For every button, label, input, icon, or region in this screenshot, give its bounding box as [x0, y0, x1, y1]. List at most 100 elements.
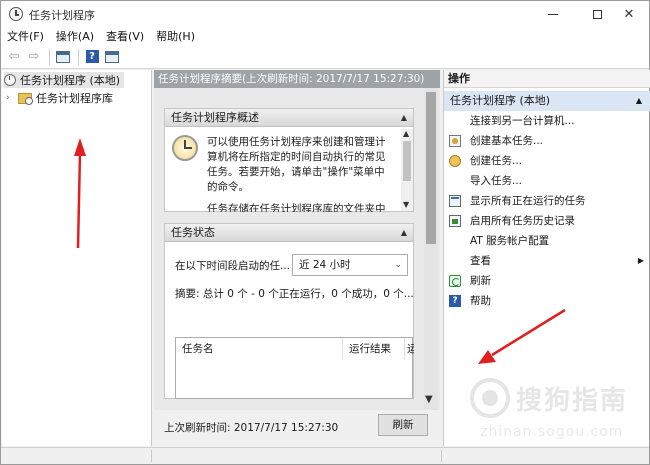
forward-button[interactable]: ⇨: [25, 48, 43, 66]
menu-help[interactable]: 帮助(H): [156, 28, 195, 44]
show-hide-action-pane-button[interactable]: [103, 48, 121, 66]
back-arrow-icon: ⇦: [8, 49, 20, 64]
submenu-arrow-icon: ▶: [637, 256, 644, 265]
collapse-icon[interactable]: ▲: [401, 224, 407, 242]
actions-group-header[interactable]: 任务计划程序 (本地) ▲: [444, 91, 650, 111]
summary-scroll-area: 任务计划程序概述 ▲ 可以使用任务计划程序来创建和管理计算机将在所指定的时间自动…: [154, 88, 440, 410]
tree-item-label: 任务计划程序 (本地): [20, 74, 121, 87]
create-basic-task-icon: [449, 135, 461, 147]
folder-icon: [18, 92, 33, 105]
action-label: 创建基本任务...: [470, 135, 544, 147]
task-status-title: 任务状态: [171, 226, 215, 239]
refresh-icon: [449, 275, 461, 287]
watermark-text: 搜狗指南: [516, 386, 629, 416]
refresh-button[interactable]: 刷新: [378, 414, 428, 436]
tree-item-root[interactable]: 任务计划程序 (本地): [4, 72, 125, 88]
forward-arrow-icon: ⇨: [28, 49, 40, 64]
action-label: AT 服务帐户配置: [470, 235, 550, 247]
clock-icon: [4, 74, 16, 86]
action-view[interactable]: 查看 ▶: [444, 251, 650, 271]
action-enable-history[interactable]: 启用所有任务历史记录: [444, 211, 650, 231]
show-hide-console-tree-button[interactable]: [54, 48, 72, 66]
time-range-select[interactable]: 近 24 小时 ⌄: [292, 254, 408, 276]
action-label: 刷新: [470, 275, 491, 287]
watermark-logo-icon: [470, 378, 510, 418]
summary-header: 任务计划程序摘要(上次刷新时间: 2017/7/17 15:27:30): [154, 70, 440, 88]
action-label: 显示所有正在运行的任务: [470, 195, 586, 207]
column-header-task-name[interactable]: 任务名: [176, 338, 342, 360]
history-icon: [449, 215, 461, 227]
column-header-run[interactable]: 运: [404, 338, 414, 360]
overview-description: 可以使用任务计划程序来创建和管理计算机将在所指定的时间自动执行的常见任务。若要开…: [207, 136, 386, 193]
action-help[interactable]: ? 帮助: [444, 291, 650, 311]
expand-icon[interactable]: ›: [6, 93, 14, 103]
time-range-value: 近 24 小时: [299, 259, 351, 271]
task-status-section: 任务状态 ▲ 在以下时间段启动的任... 近 24 小时 ⌄ 摘要: 总计 0 …: [164, 223, 414, 399]
action-pane-icon: [105, 50, 119, 63]
scroll-thumb[interactable]: [403, 141, 411, 181]
action-label: 帮助: [470, 295, 491, 307]
help-button[interactable]: ?: [83, 48, 101, 66]
status-bar-divider: [151, 450, 152, 462]
task-status-header[interactable]: 任务状态 ▲: [165, 224, 413, 242]
action-create-task[interactable]: 创建任务...: [444, 151, 650, 171]
title-bar: 任务计划程序 ✕: [1, 1, 649, 27]
menu-action[interactable]: 操作(A): [56, 28, 94, 44]
task-status-table: 任务名 运行结果 运: [175, 337, 414, 399]
summary-scroll-thumb[interactable]: [426, 92, 436, 244]
actions-group-label: 任务计划程序 (本地): [450, 94, 551, 107]
summary-footer: 上次刷新时间: 2017/7/17 15:27:30 刷新: [154, 410, 440, 446]
action-connect-computer[interactable]: 连接到另一台计算机...: [444, 111, 650, 131]
toolbar-separator: [78, 48, 79, 65]
watermark-url: zhinan.sogou.com: [480, 424, 624, 440]
tree-item-label: 任务计划程序库: [36, 92, 113, 105]
action-label: 导入任务...: [470, 175, 523, 187]
menu-file[interactable]: 文件(F): [7, 28, 44, 44]
collapse-icon[interactable]: ▲: [401, 109, 407, 127]
clock-icon: [9, 7, 23, 21]
scroll-down-icon[interactable]: ▼: [425, 394, 433, 405]
action-label: 启用所有任务历史记录: [470, 215, 575, 227]
overview-section: 任务计划程序概述 ▲ 可以使用任务计划程序来创建和管理计算机将在所指定的时间自动…: [164, 108, 414, 212]
action-label: 查看: [470, 255, 491, 267]
overview-description-more: 任务存储在任务计划程序库的文件夹中: [207, 203, 386, 212]
tree-item-library[interactable]: › 任务计划程序库: [6, 90, 113, 106]
actions-title: 操作: [444, 70, 650, 88]
help-icon: ?: [85, 50, 99, 63]
status-bar: [1, 447, 649, 464]
console-tree-icon: [56, 50, 70, 63]
clock-icon: [172, 135, 198, 161]
minimize-button[interactable]: [531, 1, 575, 27]
action-refresh[interactable]: 刷新: [444, 271, 650, 291]
chevron-down-icon: ⌄: [394, 260, 402, 270]
collapse-icon[interactable]: ▲: [636, 91, 642, 111]
action-import-task[interactable]: 导入任务...: [444, 171, 650, 191]
scroll-down-icon[interactable]: ▼: [403, 200, 409, 209]
overview-scrollbar[interactable]: ▲ ▼: [401, 129, 413, 211]
create-task-icon: [449, 155, 461, 167]
action-at-service-config[interactable]: AT 服务帐户配置: [444, 231, 650, 251]
status-bar-divider: [441, 450, 442, 462]
close-button[interactable]: ✕: [607, 1, 650, 27]
help-icon: ?: [449, 295, 461, 307]
time-range-label: 在以下时间段启动的任...: [175, 260, 291, 272]
window-title: 任务计划程序: [29, 9, 95, 22]
back-button[interactable]: ⇦: [5, 48, 23, 66]
toolbar-separator: [49, 48, 50, 65]
maximize-icon: [592, 9, 602, 19]
overview-title: 任务计划程序概述: [171, 111, 259, 124]
menu-bar: 文件(F) 操作(A) 查看(V) 帮助(H): [1, 27, 649, 45]
summary-pane: 任务计划程序摘要(上次刷新时间: 2017/7/17 15:27:30) 任务计…: [154, 70, 440, 446]
toolbar: ⇦ ⇨ ?: [1, 45, 649, 69]
running-tasks-icon: [449, 195, 461, 207]
last-refresh-text: 上次刷新时间: 2017/7/17 15:27:30: [164, 422, 339, 434]
action-show-running-tasks[interactable]: 显示所有正在运行的任务: [444, 191, 650, 211]
console-tree: 任务计划程序 (本地) › 任务计划程序库: [2, 70, 152, 446]
menu-view[interactable]: 查看(V): [106, 28, 144, 44]
action-create-basic-task[interactable]: 创建基本任务...: [444, 131, 650, 151]
action-label: 创建任务...: [470, 155, 523, 167]
column-header-run-result[interactable]: 运行结果: [342, 338, 404, 360]
scroll-up-icon[interactable]: ▲: [403, 129, 409, 138]
action-label: 连接到另一台计算机...: [470, 115, 575, 127]
overview-header[interactable]: 任务计划程序概述 ▲: [165, 109, 413, 127]
